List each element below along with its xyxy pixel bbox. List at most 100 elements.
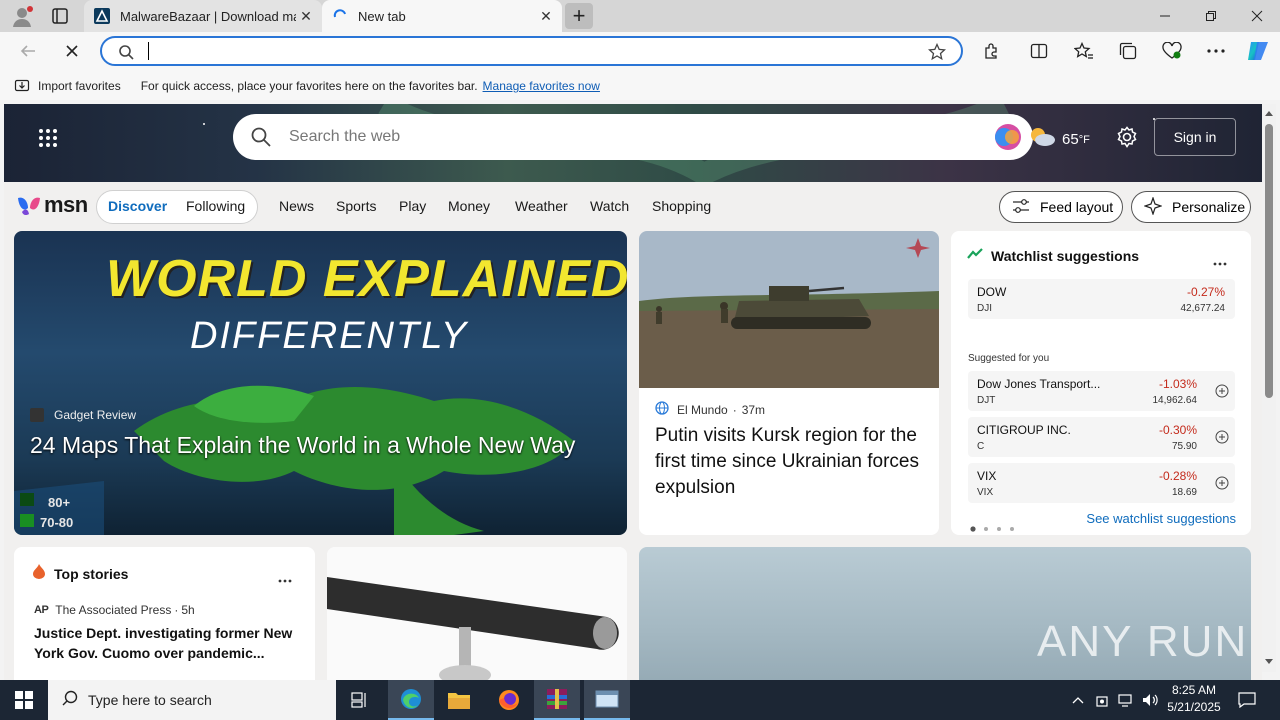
nav-weather[interactable]: Weather [515,198,568,214]
story-headline[interactable]: Justice Dept. investigating former New Y… [34,623,300,663]
weather-unit: °F [1078,133,1090,146]
watchlist-row[interactable]: CITIGROUP INC. C -0.30% 75.90 [968,417,1235,457]
carousel-dots[interactable] [970,519,1018,535]
sign-in-button[interactable]: Sign in [1154,118,1236,156]
separator-dot: · [174,603,179,617]
web-search-input[interactable]: Search the web [289,128,400,146]
ap-logo-icon: AP [34,604,49,616]
watchlist-row-main[interactable]: DOW DJI -0.27% 42,677.24 [968,279,1235,319]
anyrun-watermark: ANY RUN [1037,617,1249,666]
weather-widget[interactable]: 65 °F [1028,126,1090,153]
hero-headline[interactable]: 24 Maps That Explain the World in a Whol… [30,429,610,461]
story-source-row: AP The Associated Press · 5h [34,603,195,617]
winrar-icon[interactable] [534,680,580,720]
msn-logo[interactable]: msn [16,192,88,218]
news-headline[interactable]: Putin visits Kursk region for the first … [655,423,931,501]
personalize-button[interactable]: Personalize [1131,191,1251,223]
volume-icon[interactable] [1140,680,1162,720]
more-options-icon[interactable] [1200,35,1232,67]
stop-loading-button[interactable] [56,35,88,67]
tab-following[interactable]: Following [186,198,245,214]
tab-actions-icon[interactable] [50,7,70,25]
show-hidden-icons[interactable] [1068,680,1088,720]
see-watchlist-link[interactable]: See watchlist suggestions [1086,511,1236,526]
browser-essentials-icon[interactable] [1156,35,1188,67]
news-age: 37m [741,402,766,417]
armored-vehicle-image [639,231,939,388]
watchlist-more-icon[interactable] [1213,253,1227,271]
nav-watch[interactable]: Watch [590,198,629,214]
address-input[interactable] [148,42,548,60]
minimize-button[interactable] [1142,0,1188,32]
firefox-icon[interactable] [486,680,532,720]
tab-malwarebazaar[interactable]: MalwareBazaar | Download malw ✕ [84,0,322,32]
address-bar[interactable] [100,36,963,66]
close-tab-icon[interactable]: ✕ [536,8,556,25]
close-tab-icon[interactable]: ✕ [296,8,316,25]
add-to-watchlist-icon[interactable] [1215,384,1229,403]
split-screen-icon[interactable] [1023,35,1055,67]
watchlist-row[interactable]: VIX VIX -0.28% 18.69 [968,463,1235,503]
tab-discover[interactable]: Discover [108,198,167,214]
profile-icon[interactable] [10,5,34,29]
scrollbar-thumb[interactable] [1265,124,1273,398]
new-tab-button[interactable]: + [565,3,593,29]
copilot-search-icon[interactable] [993,122,1023,157]
msn-logo-text: msn [44,192,88,217]
import-favorites-button[interactable]: Import favorites [38,79,121,93]
copilot-icon[interactable] [1242,35,1274,67]
file-explorer-icon[interactable] [436,680,482,720]
nav-shopping[interactable]: Shopping [652,198,711,214]
video-card[interactable]: ANY RUN [639,547,1251,680]
top-stories-card: Top stories AP The Associated Press · 5h… [14,547,315,680]
watchlist-header: Watchlist suggestions [967,247,1139,265]
start-button[interactable] [0,680,48,720]
feed-layout-button[interactable]: Feed layout [999,191,1123,223]
favorites-bar: Import favorites For quick access, place… [0,72,1280,100]
stock-change: -1.03% [1158,377,1197,391]
top-stories-more-icon[interactable] [278,570,292,588]
favorites-icon[interactable] [1068,35,1100,67]
stock-change: -0.30% [1158,423,1197,437]
gadget-review-icon [30,408,44,422]
nav-sports[interactable]: Sports [336,198,376,214]
collections-icon[interactable] [1112,35,1144,67]
clock[interactable]: 8:25 AM 5/21/2025 [1166,682,1222,718]
tab-new-tab[interactable]: New tab ✕ [322,0,562,32]
add-to-watchlist-icon[interactable] [1215,430,1229,449]
watchlist-row[interactable]: Dow Jones Transport... DJT -1.03% 14,962… [968,371,1235,411]
handrail-image [327,547,627,680]
loading-icon [332,8,348,24]
network-icon[interactable] [1116,680,1136,720]
defender-tray-icon[interactable] [1092,680,1112,720]
edge-taskbar-icon[interactable] [388,680,434,720]
manage-favorites-link[interactable]: Manage favorites now [483,79,600,93]
partly-cloudy-icon [1028,126,1056,153]
app-window-icon[interactable] [584,680,630,720]
news-story-card[interactable]: El Mundo · 37m Putin visits Kursk region… [639,231,939,535]
close-window-button[interactable] [1234,0,1280,32]
featured-story-card[interactable]: WORLD EXPLAINED DIFFERENTLY 80+ 70-80 Ga… [14,231,627,535]
web-search-box[interactable]: Search the web [233,114,1033,160]
back-button[interactable] [12,35,44,67]
page-scrollbar[interactable] [1262,104,1276,672]
personalize-label: Personalize [1172,199,1246,215]
task-view-icon[interactable] [338,680,382,720]
restore-button[interactable] [1188,0,1234,32]
settings-gear-icon[interactable] [1116,126,1138,153]
import-favorites-icon[interactable] [14,78,30,95]
nav-money[interactable]: Money [448,198,490,214]
extensions-icon[interactable] [975,35,1007,67]
favorite-star-icon[interactable] [927,42,947,66]
apps-launcher-icon[interactable] [38,128,58,153]
hero-source: Gadget Review [30,408,136,422]
add-to-watchlist-icon[interactable] [1215,476,1229,495]
top-stories-title: Top stories [54,565,129,582]
nav-news[interactable]: News [279,198,314,214]
nav-play[interactable]: Play [399,198,426,214]
product-card[interactable] [327,547,627,680]
action-center-icon[interactable] [1232,680,1262,720]
taskbar-search-box[interactable]: Type here to search [48,680,336,720]
stock-ticker: DJT [977,395,996,406]
watchlist-card: Watchlist suggestions DOW DJI -0.27% 42,… [951,231,1251,535]
